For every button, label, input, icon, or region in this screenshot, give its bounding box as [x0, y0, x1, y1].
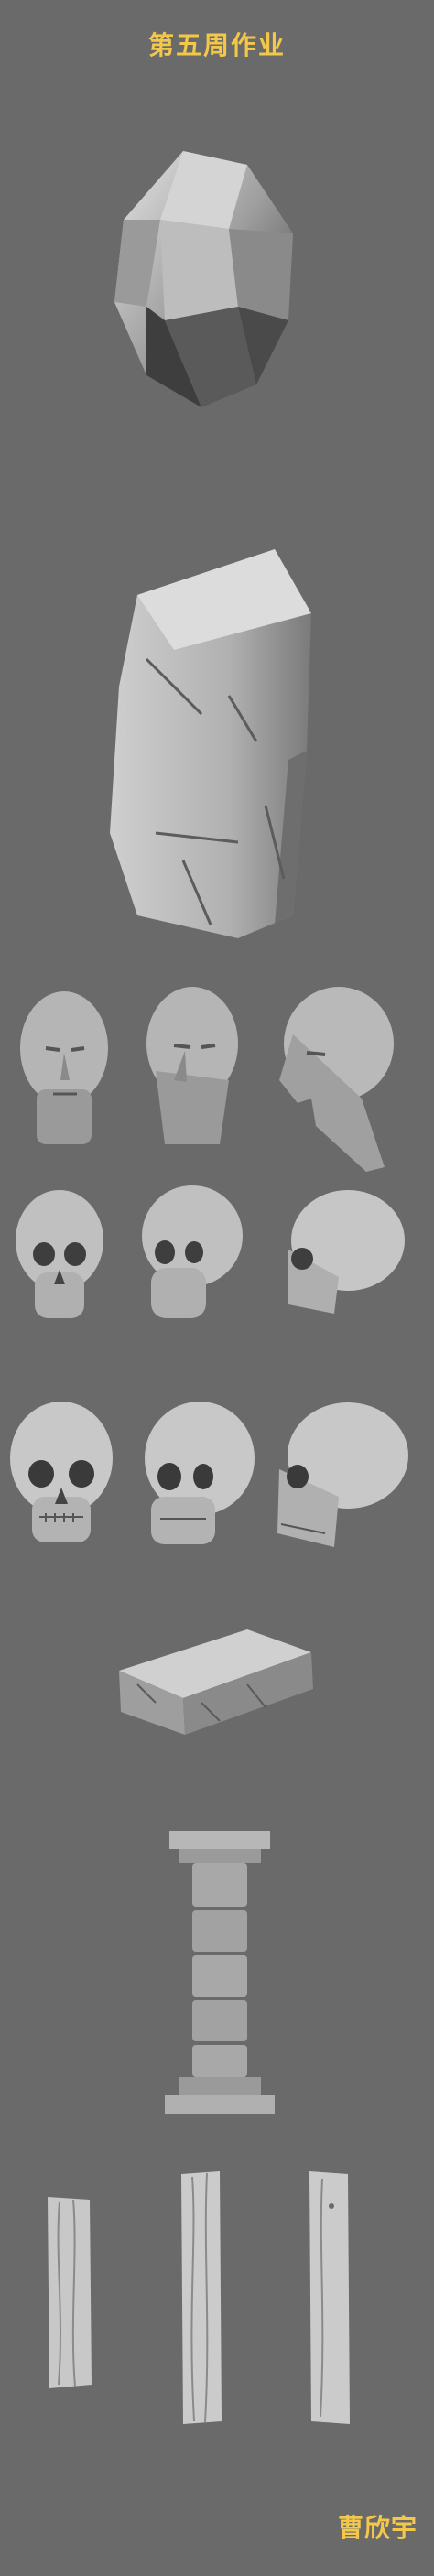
head-sculpt — [146, 987, 238, 1144]
skull-sculpt — [142, 1185, 243, 1318]
skull-sculpt — [288, 1190, 405, 1314]
skull-sculpt — [10, 1402, 113, 1542]
wood-plank-sculpt — [309, 2171, 350, 2424]
wood-plank-sculpt — [181, 2171, 222, 2424]
stone-brick-sculpt — [119, 1629, 313, 1735]
head-sculpt — [279, 987, 394, 1172]
signature: 曹欣宇 — [337, 2513, 418, 2543]
skull-sculpt — [145, 1402, 255, 1544]
wood-plank-sculpt — [48, 2197, 92, 2388]
page-title: 第五周作业 — [147, 30, 286, 60]
stone-pillar-sculpt — [165, 1831, 275, 2114]
cracked-stone-slab-sculpt — [110, 549, 311, 938]
skull-sculpt — [16, 1190, 103, 1318]
skull-sculpt — [277, 1402, 408, 1547]
head-sculpt — [20, 991, 108, 1144]
crystal-rock-sculpt — [114, 151, 293, 407]
